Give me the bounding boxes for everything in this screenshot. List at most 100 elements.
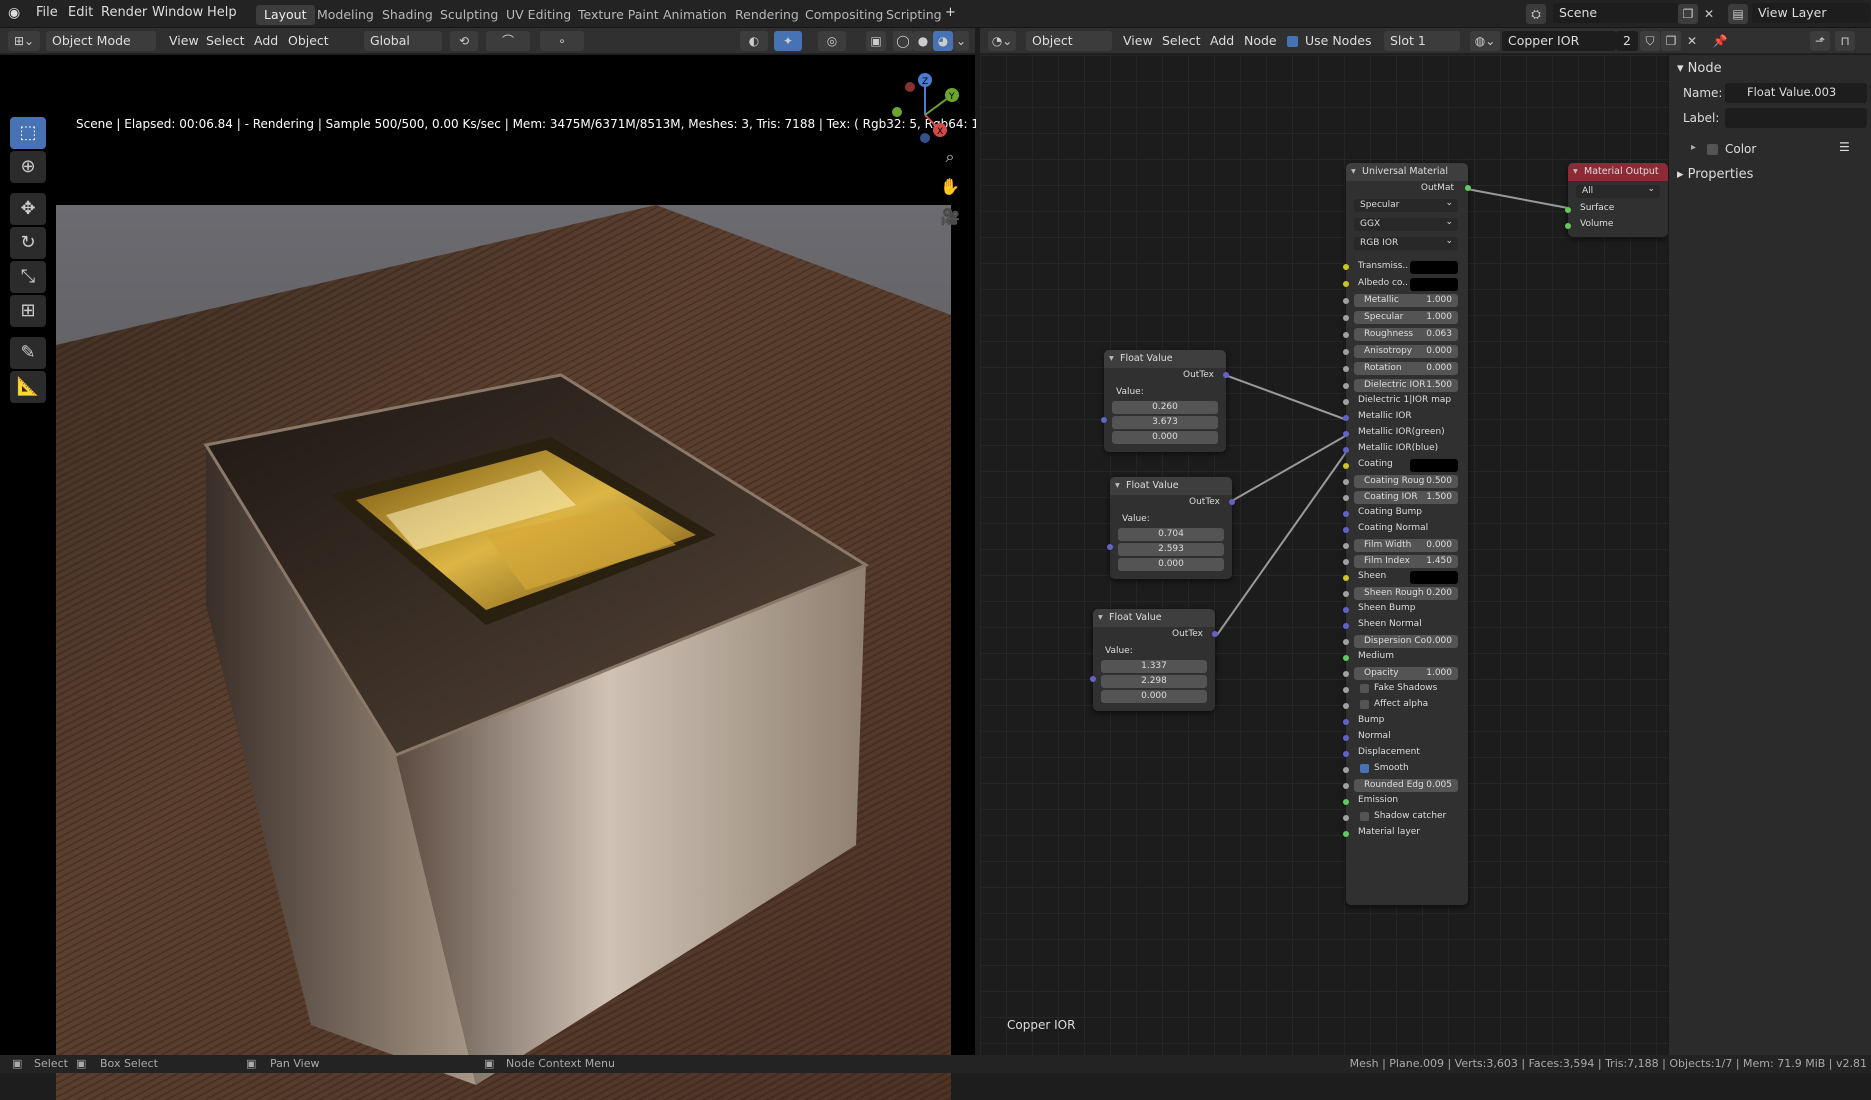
gizmo-toggle-icon[interactable]: ✦ (774, 31, 802, 51)
float-value-node-1[interactable]: Float Value OutTex Value: 0.260 3.673 0.… (1101, 350, 1229, 452)
float-value-node-3[interactable]: Float Value OutTex Value: 1.337 2.298 0.… (1090, 609, 1218, 711)
ior-mode-dropdown[interactable]: RGB IOR (1354, 235, 1458, 250)
solid-shading-icon[interactable]: ● (913, 31, 933, 51)
rounded-edge-field[interactable]: Rounded Edg 0.005 (1354, 779, 1458, 792)
node-color-checkbox[interactable] (1707, 144, 1718, 155)
specular-field[interactable]: Specular 1.000 (1354, 311, 1458, 324)
float-node-1-value-r[interactable]: 0.260 (1112, 401, 1218, 414)
transmission-socket[interactable] (1343, 264, 1349, 270)
add-workspace-icon[interactable]: + (945, 5, 956, 20)
smooth-checkbox[interactable] (1360, 764, 1369, 773)
float-node-3-out-socket[interactable] (1212, 631, 1218, 637)
bsdf-type-dropdown[interactable]: Specular (1354, 197, 1458, 212)
sheen-roughness-field[interactable]: Sheen Rough 0.200 (1354, 587, 1458, 600)
tab-rendering[interactable]: Rendering (727, 5, 807, 25)
overlay-icon[interactable]: ◎ (818, 31, 846, 51)
opacity-field[interactable]: Opacity 1.000 (1354, 667, 1458, 680)
sheen-color-swatch[interactable] (1410, 571, 1458, 584)
parent-node-tree-icon[interactable]: ⬏ (1810, 31, 1830, 51)
float-node-2-value-g[interactable]: 2.593 (1118, 543, 1224, 556)
float-node-1-in-socket[interactable] (1101, 417, 1107, 423)
distribution-dropdown[interactable]: GGX (1354, 216, 1458, 231)
visibility-icon[interactable]: ◐ (740, 31, 768, 51)
albedo-socket[interactable] (1343, 281, 1349, 287)
material-browse-icon[interactable]: ◍⌄ (1470, 31, 1500, 51)
transmission-color-swatch[interactable] (1410, 261, 1458, 274)
properties-panel-header[interactable]: ▸ Properties (1677, 167, 1753, 182)
viewport-menu-select[interactable]: Select (206, 33, 245, 48)
float-value-node-2[interactable]: Float Value OutTex Value: 0.704 2.593 0.… (1107, 477, 1235, 579)
viewport-menu-view[interactable]: View (169, 33, 199, 48)
coating-roughness-field[interactable]: Coating Roug 0.500 (1354, 475, 1458, 488)
pin-icon[interactable]: 📌 (1710, 31, 1730, 51)
scale-tool-icon[interactable]: ⤡ (10, 261, 46, 293)
camera-view-icon[interactable]: 🎥 (940, 207, 960, 227)
tab-layout[interactable]: Layout (256, 5, 315, 25)
color-expand-icon[interactable]: ▸ (1691, 142, 1696, 153)
metallic-field[interactable]: Metallic 1.000 (1354, 294, 1458, 307)
tab-modeling[interactable]: Modeling (309, 5, 382, 25)
slot-dropdown[interactable]: Slot 1 (1384, 31, 1460, 51)
float-node-2-in-socket[interactable] (1107, 544, 1113, 550)
tab-uv-editing[interactable]: UV Editing (498, 5, 579, 25)
output-target-dropdown[interactable]: All (1576, 183, 1660, 198)
shadow-catcher-checkbox[interactable] (1360, 812, 1369, 821)
anisotropy-field[interactable]: Anisotropy 0.000 (1354, 345, 1458, 358)
tab-scripting[interactable]: Scripting (878, 5, 950, 25)
dielectric-ior-field[interactable]: Dielectric IOR 1.500 (1354, 379, 1458, 392)
transform-tool-icon[interactable]: ⊞ (10, 295, 46, 327)
annotate-tool-icon[interactable]: ✎ (10, 337, 46, 369)
menu-window[interactable]: Window (152, 5, 203, 20)
remove-scene-icon[interactable]: ✕ (1699, 4, 1719, 24)
roughness-field[interactable]: Roughness 0.063 (1354, 328, 1458, 341)
tab-sculpting[interactable]: Sculpting (432, 5, 506, 25)
viewport-menu-add[interactable]: Add (254, 33, 278, 48)
float-node-1-value-b[interactable]: 0.000 (1112, 431, 1218, 444)
zoom-icon[interactable]: ⌕ (940, 147, 960, 167)
node-editor-canvas[interactable]: Float Value OutTex Value: 0.260 3.673 0.… (980, 55, 1668, 1055)
measure-tool-icon[interactable]: 📐 (10, 371, 46, 403)
float-node-3-value-r[interactable]: 1.337 (1101, 660, 1207, 673)
albedo-color-swatch[interactable] (1410, 278, 1458, 291)
node-menu-add[interactable]: Add (1210, 33, 1234, 48)
film-width-field[interactable]: Film Width 0.000 (1354, 539, 1458, 552)
new-material-icon[interactable]: ❐ (1661, 31, 1681, 51)
cursor-tool-icon[interactable]: ⊕ (10, 151, 46, 183)
node-name-field[interactable]: Float Value.003 (1725, 83, 1867, 103)
node-menu-node[interactable]: Node (1244, 33, 1277, 48)
color-presets-icon[interactable]: ☰ (1839, 140, 1850, 154)
float-node-1-value-g[interactable]: 3.673 (1112, 416, 1218, 429)
universal-material-out-socket[interactable] (1465, 185, 1471, 191)
float-node-2-out-socket[interactable] (1229, 499, 1235, 505)
pan-hand-icon[interactable]: ✋ (940, 177, 960, 197)
rendered-shading-icon[interactable]: ◕ (933, 31, 953, 51)
3d-viewport[interactable]: Scene | Elapsed: 00:06.84 | - Rendering … (0, 55, 976, 1100)
surface-socket[interactable] (1565, 207, 1571, 213)
snap-node-icon[interactable]: ⊓ (1835, 31, 1855, 51)
navigation-gizmo[interactable]: Z Y X (880, 65, 970, 145)
rotation-field[interactable]: Rotation 0.000 (1354, 362, 1458, 375)
rotate-tool-icon[interactable]: ↻ (10, 227, 46, 259)
float-node-3-value-g[interactable]: 2.298 (1101, 675, 1207, 688)
node-menu-select[interactable]: Select (1162, 33, 1201, 48)
material-users-count[interactable]: 2 (1616, 31, 1638, 51)
move-tool-icon[interactable]: ✥ (10, 193, 46, 225)
float-node-3-value-b[interactable]: 0.000 (1101, 690, 1207, 703)
tab-shading[interactable]: Shading (374, 5, 441, 25)
float-node-3-in-socket[interactable] (1090, 676, 1096, 682)
pivot-icon[interactable]: ⟲ (450, 31, 478, 51)
viewport-menu-object[interactable]: Object (288, 33, 329, 48)
tab-animation[interactable]: Animation (655, 5, 735, 25)
node-editor-type-icon[interactable]: ◔⌄ (988, 31, 1016, 51)
shading-options-icon[interactable]: ⌄ (953, 31, 969, 51)
use-nodes-checkbox[interactable] (1287, 36, 1298, 47)
film-index-field[interactable]: Film Index 1.450 (1354, 555, 1458, 568)
material-output-node[interactable]: Material Output All Surface Volume (1565, 163, 1668, 237)
unlink-material-icon[interactable]: ✕ (1682, 31, 1702, 51)
tab-texture-paint[interactable]: Texture Paint (570, 5, 667, 25)
xray-icon[interactable]: ▣ (866, 31, 886, 51)
menu-render[interactable]: Render (101, 5, 147, 20)
material-name-field[interactable]: Copper IOR (1502, 31, 1616, 51)
float-node-2-value-r[interactable]: 0.704 (1118, 528, 1224, 541)
blender-logo-icon[interactable]: ◉ (8, 5, 20, 21)
